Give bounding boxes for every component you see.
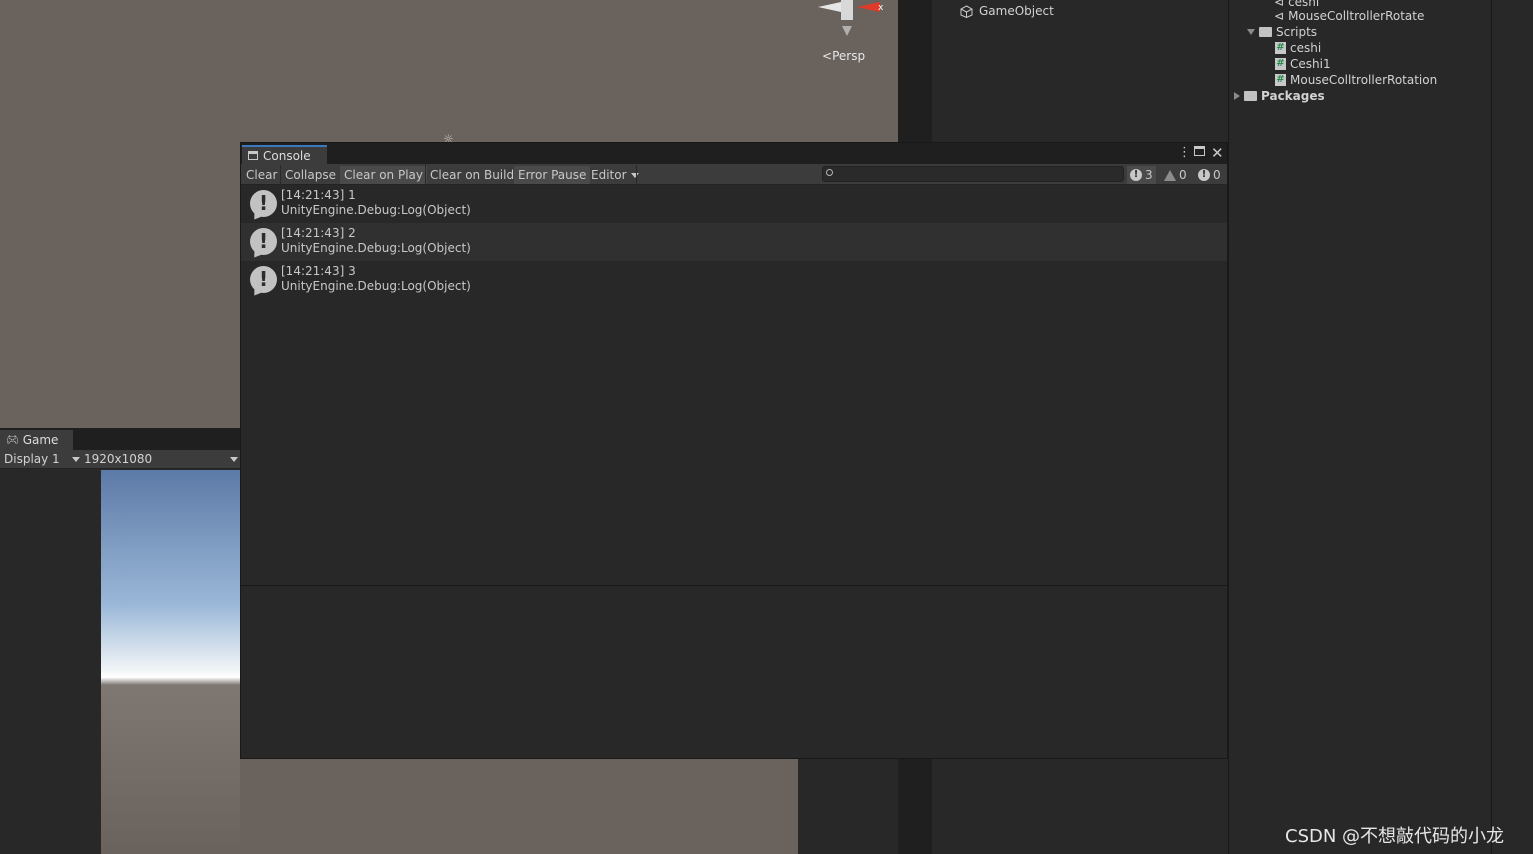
script-icon: # — [1275, 74, 1286, 86]
search-icon — [826, 169, 833, 176]
info-icon: ! — [1130, 169, 1142, 181]
toolbar-separator — [636, 165, 637, 185]
error-pause-toggle[interactable]: Error Pause — [514, 166, 591, 184]
project-panel — [1228, 0, 1493, 854]
chevron-down-icon — [72, 456, 80, 462]
persp-label[interactable]: <Persp — [822, 49, 865, 63]
script-icon: # — [1275, 42, 1286, 54]
project-folder-scripts[interactable]: Scripts — [1247, 25, 1317, 39]
game-view-margin — [798, 758, 898, 854]
project-item-mousecolltrollerrotate[interactable]: ⊲ MouseColltrollerRotate — [1274, 9, 1424, 23]
clear-button[interactable]: Clear — [242, 166, 281, 184]
log-entry[interactable]: ! [14:21:43] 2 UnityEngine.Debug:Log(Obj… — [241, 223, 1227, 261]
game-render-view-lower[interactable] — [240, 758, 798, 854]
log-entry[interactable]: ! [14:21:43] 1 UnityEngine.Debug:Log(Obj… — [241, 185, 1227, 223]
svg-text:x: x — [878, 3, 884, 13]
prefab-icon: ⊲ — [1274, 9, 1285, 23]
close-icon[interactable]: ✕ — [1211, 146, 1224, 161]
warning-count-toggle[interactable]: 0 — [1161, 166, 1190, 184]
clear-on-build-toggle[interactable]: Clear on Build — [426, 166, 518, 184]
detail-pane-splitter[interactable] — [241, 585, 1227, 586]
info-icon: ! — [250, 228, 277, 255]
inspector-strip — [1491, 0, 1533, 854]
chevron-right-icon[interactable] — [1234, 92, 1240, 100]
editor-dropdown[interactable]: Editor — [587, 166, 643, 184]
cube-icon — [960, 4, 973, 18]
collapse-button[interactable]: Collapse — [281, 166, 340, 184]
project-item-ceshi-script[interactable]: # ceshi — [1275, 41, 1321, 55]
hierarchy-item-label: GameObject — [979, 4, 1054, 18]
project-folder-packages[interactable]: Packages — [1234, 89, 1325, 103]
warning-icon — [1164, 169, 1176, 181]
console-tabbar — [241, 143, 1227, 164]
display-dropdown[interactable]: Display 1 — [4, 452, 80, 466]
prefab-icon: ⊲ — [1274, 0, 1285, 9]
game-render-view[interactable] — [101, 470, 240, 854]
hierarchy-item-gameobject[interactable]: GameObject — [960, 4, 1054, 18]
folder-icon — [1259, 27, 1272, 37]
log-entry[interactable]: ! [14:21:43] 3 UnityEngine.Debug:Log(Obj… — [241, 261, 1227, 299]
resolution-dropdown[interactable]: 1920x1080 — [84, 452, 238, 466]
search-input[interactable] — [822, 166, 1124, 182]
log-count-toggle[interactable]: ! 3 — [1127, 166, 1156, 184]
maximize-icon[interactable] — [1194, 146, 1205, 160]
console-icon — [248, 151, 258, 160]
chevron-down-icon[interactable] — [1247, 29, 1255, 35]
watermark-text: CSDN @不想敲代码的小龙 — [1285, 826, 1505, 847]
project-item-ceshi1-script[interactable]: # Ceshi1 — [1275, 57, 1331, 71]
more-options-icon[interactable]: ⋮ — [1178, 146, 1191, 160]
info-icon: ! — [250, 266, 277, 293]
chevron-down-icon — [230, 456, 238, 462]
error-icon: ! — [1198, 169, 1210, 181]
error-count-toggle[interactable]: ! 0 — [1195, 166, 1224, 184]
project-item-mousecolltrollerrotation-script[interactable]: # MouseColltrollerRotation — [1275, 73, 1437, 87]
chevron-down-icon — [630, 172, 639, 178]
project-item-ceshi-prefab[interactable]: ⊲ ceshi — [1274, 0, 1319, 9]
gamepad-icon: 🎮︎ — [6, 434, 19, 446]
info-icon: ! — [250, 190, 277, 217]
tab-game[interactable]: 🎮︎ Game — [0, 430, 73, 450]
script-icon: # — [1275, 58, 1286, 70]
tab-console[interactable]: Console — [242, 145, 327, 164]
folder-icon — [1244, 91, 1257, 101]
clear-on-play-toggle[interactable]: Clear on Play — [340, 166, 427, 184]
